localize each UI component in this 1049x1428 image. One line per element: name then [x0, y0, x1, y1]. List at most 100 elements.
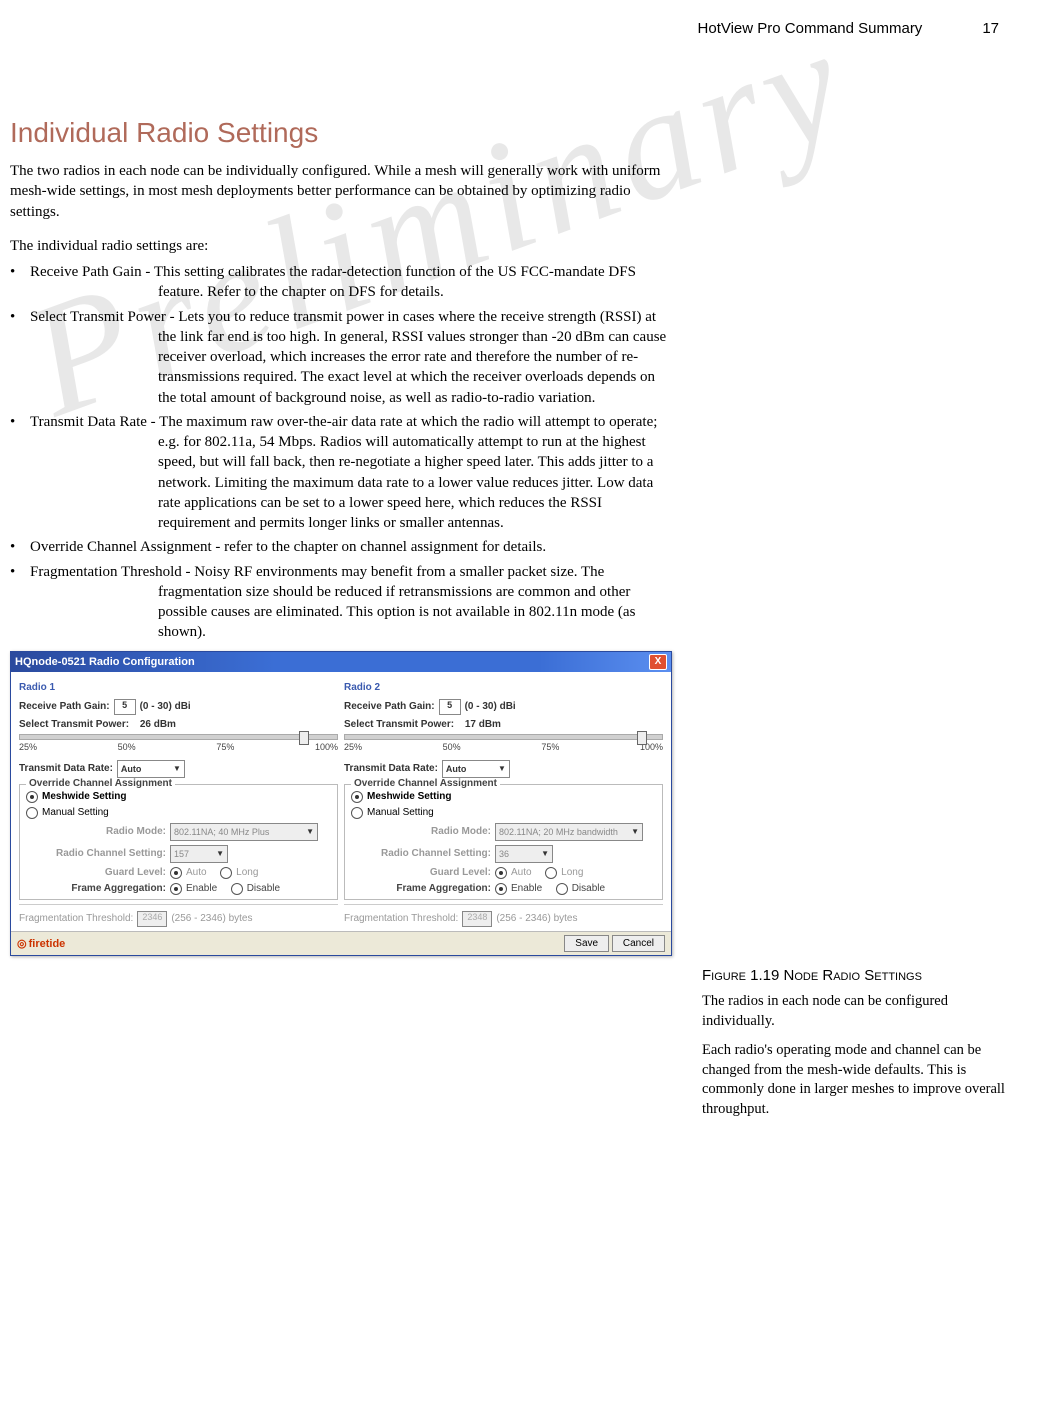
- radio-icon[interactable]: [556, 883, 568, 895]
- stp-value: 17 dBm: [465, 719, 501, 730]
- slider-ticks: 25%50%75%100%: [19, 742, 338, 752]
- rpg-input[interactable]: 5: [114, 699, 136, 715]
- receive-path-gain-row: Receive Path Gain: 5 (0 - 30) dBi: [19, 699, 338, 715]
- figure-desc-2: Each radio's operating mode and channel …: [702, 1041, 1009, 1119]
- radio-mode-label: Radio Mode:: [56, 826, 166, 837]
- radio-icon[interactable]: [170, 883, 182, 895]
- radio-config-dialog: HQnode-0521 Radio Configuration X Radio …: [10, 651, 672, 956]
- radio-mode-dropdown: 802.11NA; 20 MHz bandwidth▼: [495, 823, 643, 841]
- guard-label: Guard Level:: [56, 867, 166, 878]
- transmit-power-row: Select Transmit Power: 26 dBm: [19, 719, 338, 730]
- radio-mode-row: Radio Mode: 802.11NA; 20 MHz bandwidth▼: [381, 823, 656, 841]
- rpg-label: Receive Path Gain:: [344, 701, 435, 712]
- manual-option[interactable]: Manual Setting: [351, 807, 656, 819]
- fa-label: Frame Aggregation:: [56, 883, 166, 894]
- figure-desc-1: The radios in each node can be configure…: [702, 992, 1009, 1031]
- tdr-dropdown[interactable]: Auto▼: [442, 760, 510, 778]
- figure-title: Node Radio Settings: [784, 967, 922, 984]
- slider-thumb[interactable]: [637, 731, 647, 745]
- dialog-title: HQnode-0521 Radio Configuration: [15, 656, 195, 668]
- slider-tick: 75%: [541, 742, 559, 752]
- fragmentation-row: Fragmentation Threshold: 2346 (256 - 234…: [19, 904, 338, 927]
- radio-icon: [170, 867, 182, 879]
- fa-label: Frame Aggregation:: [381, 883, 491, 894]
- radio-channel-row: Radio Channel Setting: 157▼: [56, 845, 331, 863]
- radio-icon[interactable]: [495, 883, 507, 895]
- settings-list-item: Override Channel Assignment - refer to t…: [10, 537, 672, 557]
- save-button[interactable]: Save: [564, 935, 609, 952]
- settings-list: Receive Path Gain - This setting calibra…: [10, 262, 672, 643]
- radio-icon: [220, 867, 232, 879]
- transmit-data-rate-row: Transmit Data Rate: Auto▼: [19, 760, 338, 778]
- list-item-text: Receive Path Gain - This setting calibra…: [30, 262, 672, 303]
- rcs-dropdown: 157▼: [170, 845, 228, 863]
- page-number: 17: [982, 20, 999, 37]
- override-channel-group: Override Channel Assignment Meshwide Set…: [344, 784, 663, 900]
- list-item-text: Transmit Data Rate - The maximum raw ove…: [30, 412, 672, 534]
- meshwide-option[interactable]: Meshwide Setting: [351, 791, 656, 803]
- cancel-button[interactable]: Cancel: [612, 935, 665, 952]
- slider-thumb[interactable]: [299, 731, 309, 745]
- settings-list-item: Receive Path Gain - This setting calibra…: [10, 262, 672, 303]
- section-intro: The two radios in each node can be indiv…: [10, 161, 672, 222]
- receive-path-gain-row: Receive Path Gain: 5 (0 - 30) dBi: [344, 699, 663, 715]
- list-item-text: Fragmentation Threshold - Noisy RF envir…: [30, 562, 672, 643]
- tdr-dropdown[interactable]: Auto▼: [117, 760, 185, 778]
- chevron-down-icon: ▼: [631, 827, 639, 836]
- transmit-power-row: Select Transmit Power: 17 dBm: [344, 719, 663, 730]
- radio-icon: [26, 791, 38, 803]
- slider-tick: 25%: [344, 742, 362, 752]
- settings-list-item: Transmit Data Rate - The maximum raw ove…: [10, 412, 672, 534]
- figure-caption: Figure 1.19 Node Radio Settings: [702, 967, 1009, 984]
- guard-level-row: Guard Level: Auto Long: [56, 867, 331, 879]
- rpg-range: (0 - 30) dBi: [465, 701, 516, 712]
- dialog-titlebar[interactable]: HQnode-0521 Radio Configuration X: [11, 652, 671, 672]
- radio-mode-dropdown: 802.11NA; 40 MHz Plus▼: [170, 823, 318, 841]
- meshwide-option[interactable]: Meshwide Setting: [26, 791, 331, 803]
- stp-label: Select Transmit Power:: [344, 719, 454, 730]
- radio-mode-label: Radio Mode:: [381, 826, 491, 837]
- slider-tick: 100%: [315, 742, 338, 752]
- frame-aggregation-row: Frame Aggregation: Enable Disable: [56, 883, 331, 895]
- page-header: HotView Pro Command Summary 17: [10, 20, 1009, 37]
- transmit-data-rate-row: Transmit Data Rate: Auto▼: [344, 760, 663, 778]
- radio-icon[interactable]: [231, 883, 243, 895]
- firetide-logo: firetide: [17, 937, 65, 950]
- rpg-input[interactable]: 5: [439, 699, 461, 715]
- chevron-down-icon: ▼: [216, 849, 224, 858]
- frag-range: (256 - 2346) bytes: [171, 913, 252, 924]
- rcs-label: Radio Channel Setting:: [56, 848, 166, 859]
- dialog-footer: firetide Save Cancel: [11, 931, 671, 955]
- stp-label: Select Transmit Power:: [19, 719, 129, 730]
- chevron-down-icon: ▼: [306, 827, 314, 836]
- frag-label: Fragmentation Threshold:: [344, 913, 458, 924]
- close-icon[interactable]: X: [649, 654, 667, 670]
- list-intro: The individual radio settings are:: [10, 236, 672, 256]
- fragmentation-row: Fragmentation Threshold: 2348 (256 - 234…: [344, 904, 663, 927]
- figure-number: 1.19: [750, 967, 779, 984]
- manual-option[interactable]: Manual Setting: [26, 807, 331, 819]
- override-legend: Override Channel Assignment: [351, 778, 500, 789]
- slider-tick: 50%: [118, 742, 136, 752]
- frag-label: Fragmentation Threshold:: [19, 913, 133, 924]
- doc-title: HotView Pro Command Summary: [698, 20, 923, 37]
- radio-mode-row: Radio Mode: 802.11NA; 40 MHz Plus▼: [56, 823, 331, 841]
- settings-list-item: Select Transmit Power - Lets you to redu…: [10, 307, 672, 408]
- frag-range: (256 - 2346) bytes: [496, 913, 577, 924]
- slider-ticks: 25%50%75%100%: [344, 742, 663, 752]
- radio-icon: [495, 867, 507, 879]
- radio-icon: [545, 867, 557, 879]
- rpg-range: (0 - 30) dBi: [140, 701, 191, 712]
- radio-icon: [351, 807, 363, 819]
- rpg-label: Receive Path Gain:: [19, 701, 110, 712]
- figure-prefix: Figure: [702, 967, 746, 984]
- override-channel-group: Override Channel Assignment Meshwide Set…: [19, 784, 338, 900]
- radio-icon: [351, 791, 363, 803]
- transmit-power-slider[interactable]: [344, 734, 663, 740]
- transmit-power-slider[interactable]: [19, 734, 338, 740]
- section-heading: Individual Radio Settings: [10, 117, 672, 149]
- slider-tick: 75%: [216, 742, 234, 752]
- guard-level-row: Guard Level: Auto Long: [381, 867, 656, 879]
- chevron-down-icon: ▼: [498, 764, 506, 773]
- chevron-down-icon: ▼: [541, 849, 549, 858]
